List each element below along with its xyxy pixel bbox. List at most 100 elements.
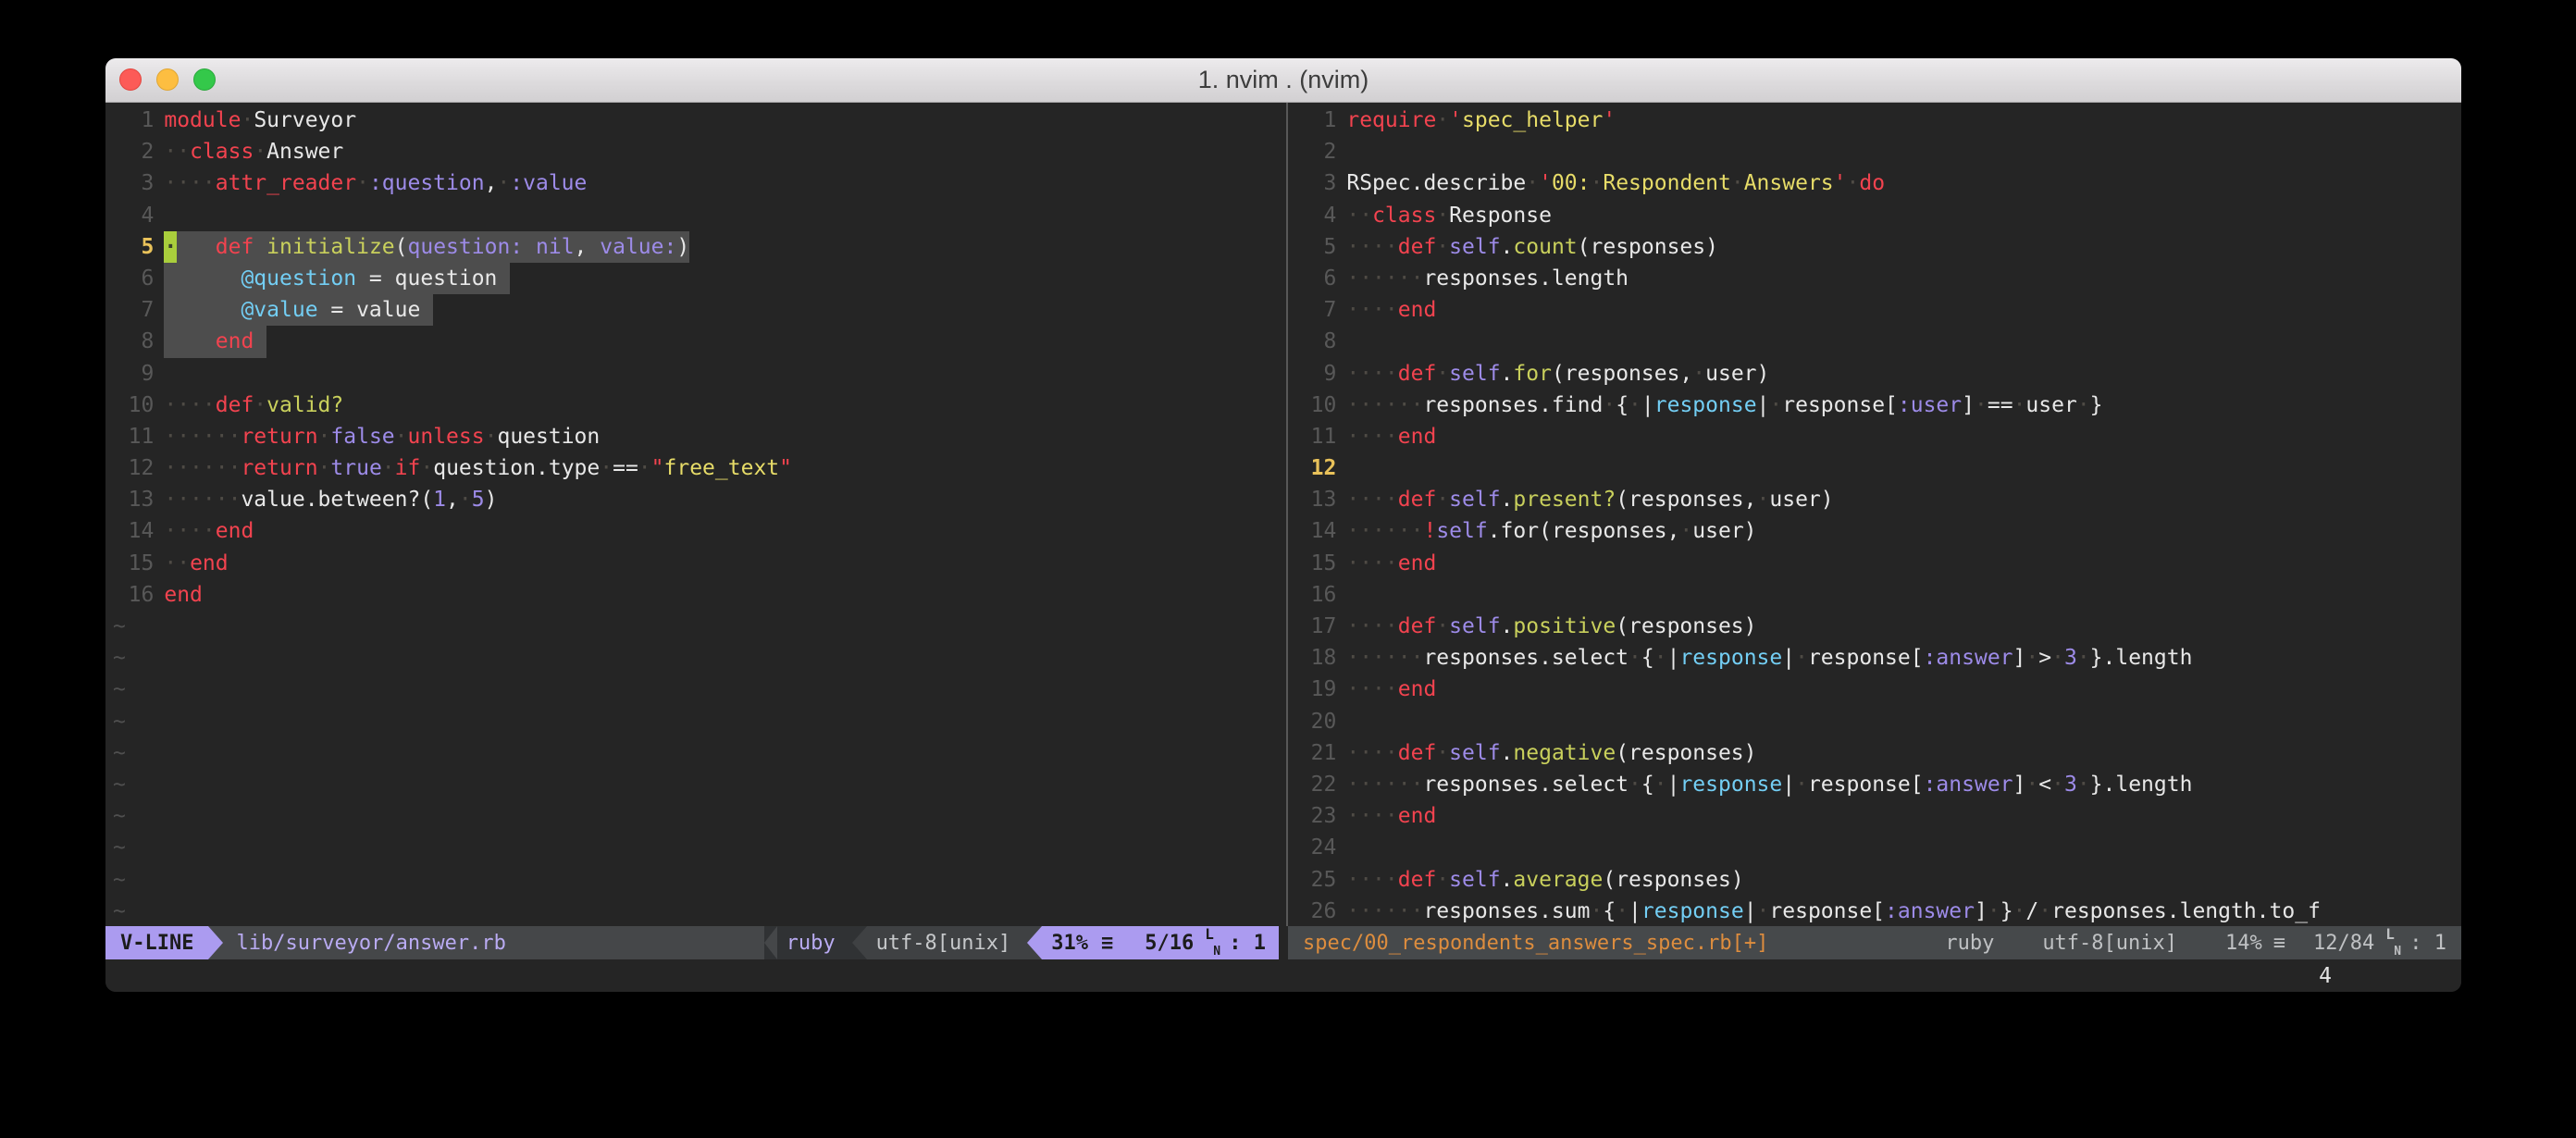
buffer-right[interactable]: 1require·'spec_helper'23RSpec.describe·'… [1286, 103, 2461, 926]
code-token: · [2077, 393, 2090, 417]
code-line[interactable]: 14····end [113, 515, 1286, 547]
code-token: 3 [2064, 646, 2077, 670]
code-line[interactable]: 1module·Surveyor [113, 105, 1286, 136]
command-line[interactable]: 4 [105, 959, 2461, 992]
line-number: 2 [113, 136, 154, 167]
line-number: 5 [1295, 231, 1336, 263]
code-line[interactable]: 11····end [1295, 421, 2461, 452]
pending-command: 4 [2319, 959, 2332, 992]
position-segment-left: 31% ≡ 5/16 LN : 1 [1042, 926, 1279, 959]
code-line[interactable]: 13······value.between?(1,·5) [113, 484, 1286, 515]
code-line[interactable]: 17····def·self.positive(responses) [1295, 611, 2461, 642]
code-token: :question [369, 171, 485, 195]
code-token: return [241, 425, 317, 449]
code-token: 1 [433, 488, 446, 512]
code-line[interactable]: 22······responses.select·{·|response|·re… [1295, 769, 2461, 800]
code-token: ·· [164, 140, 190, 164]
code-line[interactable]: 4 [113, 200, 1286, 231]
line-number: 10 [1295, 390, 1336, 421]
code-line[interactable]: 18······responses.select·{·|response|·re… [1295, 642, 2461, 674]
tilde-marker: ~ [113, 868, 126, 892]
code-token: 00: [1552, 171, 1591, 195]
code-token: user) [1705, 362, 1769, 386]
code-line[interactable]: 10····def·valid? [113, 390, 1286, 421]
code-token: def [1398, 614, 1437, 638]
code-line[interactable]: 16 [1295, 579, 2461, 611]
code-line[interactable]: 7····end [1295, 294, 2461, 326]
code-line[interactable]: 19····end [1295, 674, 2461, 705]
code-line[interactable]: 2··class·Answer [113, 136, 1286, 167]
buffer-left[interactable]: 1module·Surveyor2··class·Answer3····attr… [105, 103, 1286, 926]
code-token: · [1757, 488, 1770, 512]
code-token: ! [1423, 519, 1436, 543]
code-token: ' [1449, 108, 1462, 132]
code-token: · [1603, 393, 1616, 417]
code-token: response [1679, 646, 1782, 670]
code-token: .for(responses, [1488, 519, 1680, 543]
titlebar[interactable]: 1. nvim . (nvim) [105, 58, 2461, 103]
code-line[interactable]: 6 @question = question [113, 263, 1286, 294]
code-line[interactable]: 8 [1295, 326, 2461, 357]
line-number: 13 [1295, 484, 1336, 515]
code-token: ······ [164, 456, 241, 480]
code-token: · [1436, 488, 1449, 512]
code-token: . [1501, 868, 1514, 892]
code-line[interactable]: 3····attr_reader·:question,·:value [113, 167, 1286, 199]
tilde-row: ~ [113, 896, 1286, 926]
code-line[interactable]: 12 [1295, 452, 2461, 484]
code-line[interactable]: 6······responses.length [1295, 263, 2461, 294]
code-token: ···· [1346, 677, 1397, 701]
code-line[interactable]: 20 [1295, 706, 2461, 737]
tilde-marker: ~ [113, 741, 126, 765]
code-token: / [2025, 899, 2038, 923]
line-number: 11 [113, 421, 154, 452]
code-line[interactable]: 16end [113, 579, 1286, 611]
code-token: · [1654, 646, 1667, 670]
code-token: module [164, 108, 241, 132]
code-line[interactable]: 2 [1295, 136, 2461, 167]
code-line[interactable]: 25····def·self.average(responses) [1295, 864, 2461, 896]
code-line[interactable]: 23····end [1295, 800, 2461, 832]
code-token: end [1398, 298, 1437, 322]
code-line[interactable]: 14······!self.for(responses,·user) [1295, 515, 2461, 547]
code-line[interactable]: 9 [113, 358, 1286, 390]
code-token: · [1436, 362, 1449, 386]
code-token: responses.length [1423, 266, 1629, 291]
code-line[interactable]: 11······return·false·unless·question [113, 421, 1286, 452]
code-line[interactable]: 5····def·self.count(responses) [1295, 231, 2461, 263]
code-token: negative [1513, 741, 1616, 765]
code-token: :answer [1924, 773, 2013, 797]
code-line[interactable]: 15····end [1295, 548, 2461, 579]
code-token: ' [1603, 108, 1616, 132]
code-line[interactable]: 24 [1295, 832, 2461, 863]
code-line[interactable]: 9····def·self.for(responses,·user) [1295, 358, 2461, 390]
code-line[interactable]: 1require·'spec_helper' [1295, 105, 2461, 136]
code-line[interactable]: 13····def·self.present?(responses,·user) [1295, 484, 2461, 515]
line-number: 3 [1295, 167, 1336, 199]
code-line[interactable]: 5· def initialize(question: nil, value:) [113, 231, 1286, 263]
code-token: · [2013, 393, 2026, 417]
code-line[interactable]: 3RSpec.describe·'00:·Respondent·Answers'… [1295, 167, 2461, 199]
code-line[interactable]: 26······responses.sum·{·|response|·respo… [1295, 896, 2461, 926]
code-token: · [1616, 899, 1629, 923]
code-line[interactable]: 15··end [113, 548, 1286, 579]
code-token: }.length [2090, 646, 2193, 670]
code-token: end [1398, 425, 1437, 449]
code-token: :value [510, 171, 587, 195]
code-token: ······ [1346, 266, 1423, 291]
code-token: response[ [1769, 899, 1885, 923]
code-token: responses.length.to_f [2051, 899, 2321, 923]
code-token: · [356, 171, 369, 195]
editor-content: 1module·Surveyor2··class·Answer3····attr… [105, 103, 2461, 926]
line-number: 16 [1295, 579, 1336, 611]
code-line[interactable]: 21····def·self.negative(responses) [1295, 737, 2461, 769]
code-token: RSpec.describe [1346, 171, 1526, 195]
code-line[interactable]: 7 @value = value [113, 294, 1286, 326]
code-line[interactable]: 4··class·Response [1295, 200, 2461, 231]
code-line[interactable]: 10······responses.find·{·|response|·resp… [1295, 390, 2461, 421]
code-line[interactable]: 8 end [113, 326, 1286, 357]
code-token: · [497, 171, 510, 195]
code-token: ( [395, 235, 408, 259]
code-token: if [395, 456, 421, 480]
code-line[interactable]: 12······return·true·if·question.type·==·… [113, 452, 1286, 484]
